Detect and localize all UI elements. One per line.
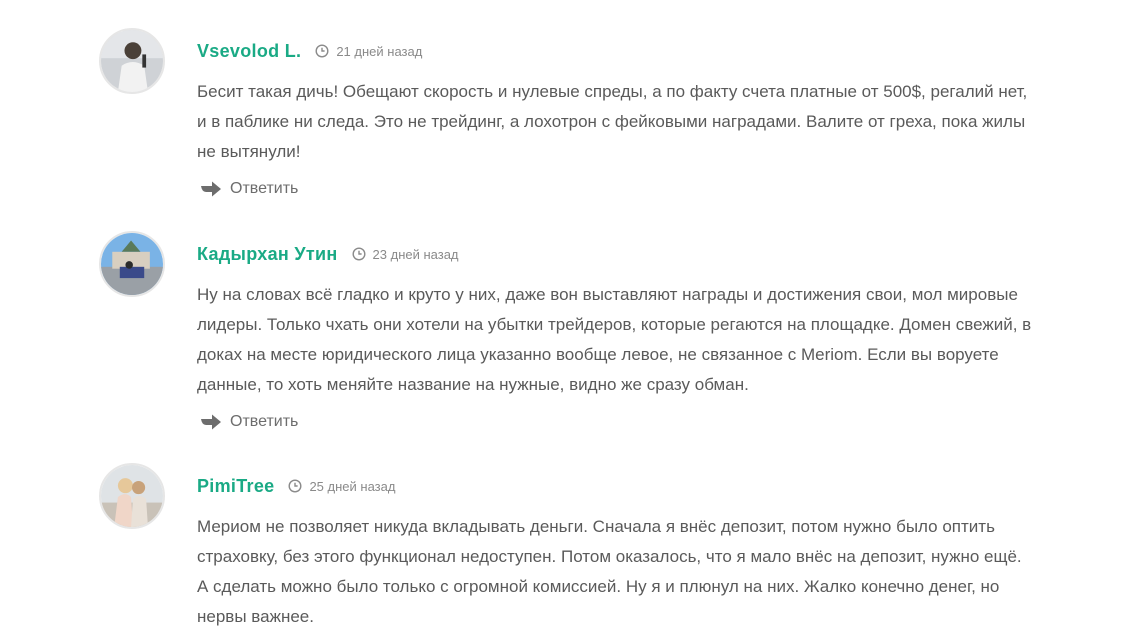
comment-meta: PimiTree 25 дней назад — [197, 475, 395, 497]
user-photo-icon — [101, 233, 163, 295]
clock-icon — [352, 247, 366, 261]
comment-date-text: 23 дней назад — [372, 246, 459, 262]
comment-meta: Vsevolod L. 21 дней назад — [197, 40, 422, 62]
reply-button[interactable]: Ответить — [200, 413, 298, 431]
reply-label: Ответить — [230, 180, 299, 197]
clock-icon — [315, 44, 329, 58]
avatar[interactable] — [99, 28, 165, 94]
comment-text: Бесит такая дичь! Обещают скорость и нул… — [197, 82, 1028, 161]
comments-list: Vsevolod L. 21 дней назад Бесит такая ди… — [0, 0, 1135, 627]
comment-text: Мериом не позволяет никуда вкладывать де… — [197, 517, 1022, 626]
comment-text: Ну на словах всё гладко и круто у них, д… — [197, 285, 1032, 394]
comment-author[interactable]: Кадырхан Утин — [197, 244, 338, 265]
avatar[interactable] — [99, 231, 165, 297]
user-photo-icon — [101, 465, 163, 527]
comment-date-text: 25 дней назад — [309, 478, 396, 494]
clock-icon — [288, 479, 302, 493]
comment-date: 23 дней назад — [352, 247, 459, 262]
user-photo-icon — [101, 30, 163, 92]
comment-date-text: 21 дней назад — [336, 43, 423, 59]
reply-button[interactable]: Ответить — [200, 180, 298, 198]
comment-date: 25 дней назад — [288, 479, 395, 494]
comment-meta: Кадырхан Утин 23 дней назад — [197, 243, 459, 265]
reply-arrow-icon — [201, 414, 221, 430]
reply-label: Ответить — [230, 413, 299, 430]
comment-author[interactable]: Vsevolod L. — [197, 41, 301, 62]
comment-date: 21 дней назад — [315, 44, 422, 59]
reply-arrow-icon — [201, 181, 221, 197]
comment-author[interactable]: PimiTree — [197, 476, 274, 497]
avatar[interactable] — [99, 463, 165, 529]
